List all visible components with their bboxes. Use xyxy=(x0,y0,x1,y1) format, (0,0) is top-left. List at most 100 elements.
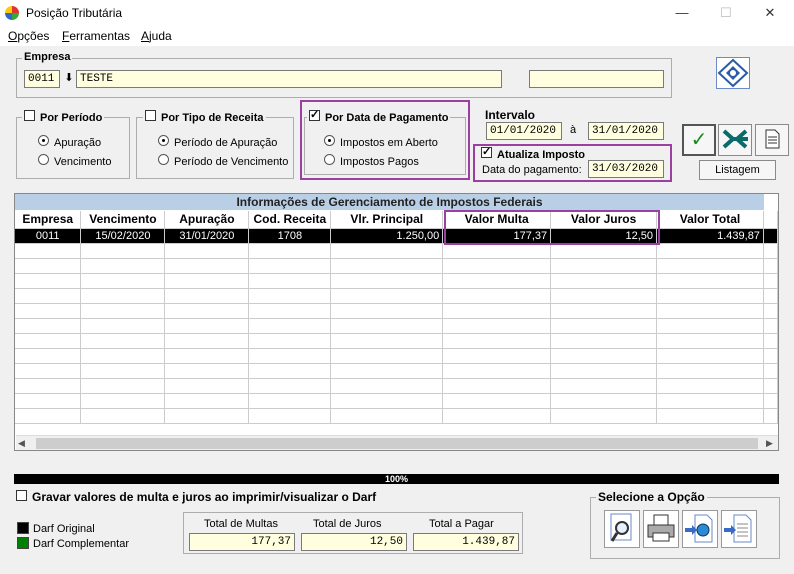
report-button[interactable] xyxy=(755,124,789,156)
total-juros-label: Total de Juros xyxy=(313,518,382,530)
empty-cell xyxy=(763,348,778,364)
empty-cell xyxy=(442,258,552,274)
empty-cell xyxy=(164,243,250,259)
preview-button[interactable] xyxy=(604,510,640,548)
gravar-checkbox[interactable]: Gravar valores de multa e juros ao impri… xyxy=(16,490,376,504)
export-web-button[interactable] xyxy=(682,510,718,548)
empty-cell xyxy=(15,303,82,319)
table-row[interactable] xyxy=(15,243,778,259)
empresa-code-field[interactable]: 0011 xyxy=(24,70,60,88)
empty-cell xyxy=(80,363,166,379)
empresa-legend: Empresa xyxy=(22,51,73,63)
table-row[interactable] xyxy=(15,318,778,334)
cell-cod-receita: 1708 xyxy=(248,228,332,244)
darf-complementar-swatch xyxy=(17,537,29,549)
empty-cell xyxy=(442,408,552,424)
por-data-checkbox[interactable]: Por Data de Pagamento xyxy=(307,108,451,124)
table-row[interactable] xyxy=(15,393,778,409)
radio-apuracao[interactable]: Apuração xyxy=(38,135,101,149)
export-doc-button[interactable] xyxy=(721,510,757,548)
col-apuracao[interactable]: Apuração xyxy=(164,211,250,229)
scroll-right-icon[interactable]: ▶ xyxy=(766,438,773,449)
table-row[interactable] xyxy=(15,408,778,424)
empty-cell xyxy=(330,318,444,334)
table-row[interactable] xyxy=(15,333,778,349)
menu-ferramentas[interactable]: Ferramentas xyxy=(62,29,130,43)
empty-cell xyxy=(248,303,332,319)
col-valor-total[interactable]: Valor Total xyxy=(656,211,764,229)
grid-title: Informações de Gerenciamento de Impostos… xyxy=(15,194,764,210)
radio-periodo-vencimento[interactable]: Período de Vencimento xyxy=(158,154,288,168)
cell-valor-total: 1.439,87 xyxy=(656,228,764,244)
empresa-name-field[interactable]: TESTE xyxy=(76,70,502,88)
excel-button[interactable] xyxy=(718,124,752,156)
darf-original-label: Darf Original xyxy=(33,523,95,535)
empty-cell xyxy=(164,363,250,379)
menu-ajuda[interactable]: Ajuda xyxy=(141,29,172,43)
table-row[interactable] xyxy=(15,378,778,394)
atualiza-checkbox[interactable]: Atualiza Imposto xyxy=(481,145,585,161)
table-row[interactable] xyxy=(15,288,778,304)
minimize-button[interactable]: — xyxy=(672,4,692,22)
intervalo-from-field[interactable]: 01/01/2020 xyxy=(486,122,562,140)
empty-cell xyxy=(763,393,778,409)
por-periodo-checkbox[interactable]: Por Período xyxy=(22,110,105,124)
company-logo-button[interactable] xyxy=(716,57,750,89)
empty-cell xyxy=(550,333,658,349)
darf-original-swatch xyxy=(17,522,29,534)
radio-periodo-apuracao[interactable]: Período de Apuração xyxy=(158,135,277,149)
empty-cell xyxy=(15,378,82,394)
intervalo-to-field[interactable]: 31/01/2020 xyxy=(588,122,664,140)
empty-cell xyxy=(164,333,250,349)
table-row[interactable] xyxy=(15,273,778,289)
maximize-button[interactable]: ☐ xyxy=(716,4,736,22)
total-multas-label: Total de Multas xyxy=(204,518,278,530)
total-multas-field[interactable]: 177,37 xyxy=(189,533,295,551)
col-vlr-principal[interactable]: Vlr. Principal xyxy=(330,211,444,229)
por-tipo-checkbox[interactable]: Por Tipo de Receita xyxy=(143,110,266,124)
empty-cell xyxy=(442,393,552,409)
magnifier-icon xyxy=(610,513,632,542)
empty-cell xyxy=(80,333,166,349)
close-button[interactable]: ✕ xyxy=(760,4,780,22)
empty-cell xyxy=(330,348,444,364)
empty-cell xyxy=(164,348,250,364)
table-row[interactable] xyxy=(15,258,778,274)
radio-impostos-aberto[interactable]: Impostos em Aberto xyxy=(324,135,438,149)
radio-vencimento[interactable]: Vencimento xyxy=(38,154,111,168)
empty-cell xyxy=(656,408,764,424)
empty-cell xyxy=(80,378,166,394)
scroll-thumb[interactable] xyxy=(36,438,758,449)
total-pagar-field[interactable]: 1.439,87 xyxy=(413,533,519,551)
print-button[interactable] xyxy=(643,510,679,548)
empty-cell xyxy=(442,243,552,259)
table-row[interactable]: 0011 15/02/2020 31/01/2020 1708 1.250,00… xyxy=(15,228,778,244)
empty-cell xyxy=(330,243,444,259)
grid-header-row: Empresa Vencimento Apuração Cod. Receita… xyxy=(15,211,778,229)
empty-cell xyxy=(550,318,658,334)
lookup-arrow-icon[interactable]: ⬇ xyxy=(62,70,76,88)
col-cod-receita[interactable]: Cod. Receita xyxy=(248,211,332,229)
table-row[interactable] xyxy=(15,348,778,364)
scroll-left-icon[interactable]: ◀ xyxy=(18,438,25,449)
data-pagamento-field[interactable]: 31/03/2020 xyxy=(588,160,664,178)
empty-cell xyxy=(763,408,778,424)
data-pagamento-label: Data do pagamento: xyxy=(482,164,582,176)
empty-cell xyxy=(330,408,444,424)
confirm-button[interactable]: ✓ xyxy=(682,124,716,156)
menu-opcoes[interactable]: Opções xyxy=(8,29,49,43)
empresa-extra-field[interactable] xyxy=(529,70,664,88)
col-vencimento[interactable]: Vencimento xyxy=(80,211,166,229)
total-pagar-label: Total a Pagar xyxy=(429,518,494,530)
radio-impostos-pagos[interactable]: Impostos Pagos xyxy=(324,154,419,168)
table-row[interactable] xyxy=(15,303,778,319)
table-row[interactable] xyxy=(15,363,778,379)
empty-cell xyxy=(80,318,166,334)
empty-cell xyxy=(550,303,658,319)
total-juros-field[interactable]: 12,50 xyxy=(301,533,407,551)
horizontal-scrollbar[interactable]: ◀ ▶ xyxy=(16,435,778,450)
col-empresa[interactable]: Empresa xyxy=(15,211,82,229)
empty-cell xyxy=(248,393,332,409)
empty-cell xyxy=(330,258,444,274)
listagem-button[interactable]: Listagem xyxy=(699,160,776,180)
